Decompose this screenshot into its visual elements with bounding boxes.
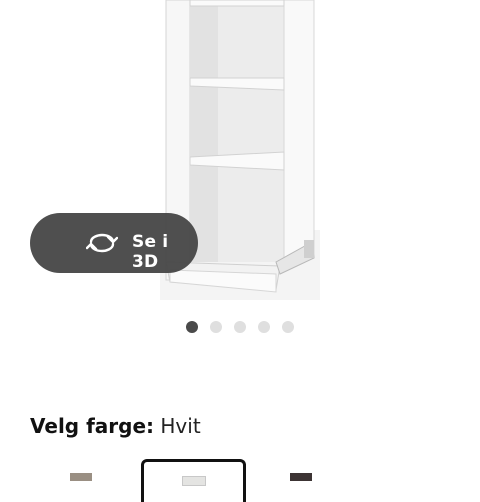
color-picker-prompt: Velg farge:: [30, 414, 155, 438]
pager-dot-2[interactable]: [210, 321, 222, 333]
view-in-3d-button[interactable]: Se i 3D: [30, 213, 198, 273]
pager-dot-1[interactable]: [186, 321, 198, 333]
shelf-right-side: [283, 0, 315, 259]
rotate-3d-icon: [86, 233, 118, 253]
color-picker-heading: Velg farge: Hvit: [30, 414, 201, 438]
image-carousel-pager: [186, 321, 294, 333]
shelf-inner-shade: [190, 0, 218, 262]
pager-dot-4[interactable]: [258, 321, 270, 333]
rail-bracket: [304, 240, 314, 258]
swatch-black-brown[interactable]: [252, 459, 352, 499]
swatch-dark-gray-beige[interactable]: [30, 459, 130, 499]
swatch-white[interactable]: [141, 459, 246, 502]
swatch-preview: [182, 476, 206, 486]
view-in-3d-label: Se i 3D: [132, 232, 169, 272]
pager-dot-5[interactable]: [282, 321, 294, 333]
pager-dot-3[interactable]: [234, 321, 246, 333]
selected-color-value: Hvit: [160, 414, 201, 438]
